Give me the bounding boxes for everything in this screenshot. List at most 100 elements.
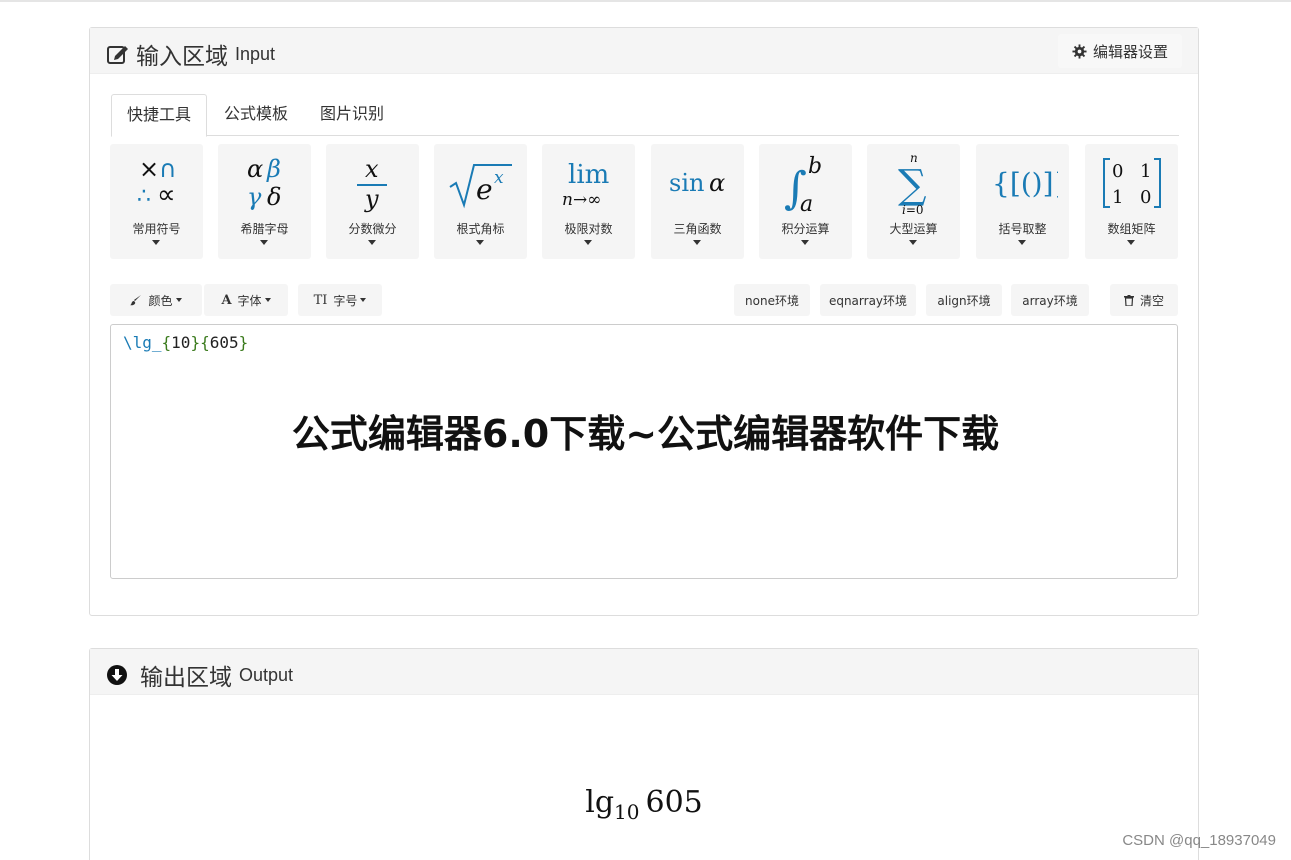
code-brace: {: [161, 333, 172, 352]
tool-matrix[interactable]: 0 1 1 0 数组矩阵: [1085, 144, 1178, 259]
arrow-circle-down-icon: [107, 665, 127, 685]
input-panel: 输入区域 Input 编辑器设置 快捷工具 公式模板 图片识别 × ∩ ∴ ∝ …: [89, 27, 1199, 616]
rendered-formula: lg10 605: [90, 785, 1198, 824]
input-panel-header: 输入区域 Input 编辑器设置: [90, 28, 1198, 74]
trash-icon: [1123, 294, 1134, 306]
svg-text:n→∞: n→∞: [562, 190, 601, 210]
caret-down-icon: [693, 240, 701, 245]
brackets-icon: {[()]}: [976, 148, 1069, 218]
editor-settings-label: 编辑器设置: [1092, 42, 1168, 61]
font-size-label: 字号: [333, 293, 358, 308]
svg-text:∝: ∝: [157, 180, 176, 210]
svg-text:δ: δ: [267, 183, 281, 211]
array-env-button[interactable]: array环境: [1011, 284, 1089, 316]
font-size-button[interactable]: TI 字号: [298, 284, 382, 316]
font-button[interactable]: A 字体: [204, 284, 288, 316]
svg-text:α: α: [709, 169, 725, 197]
font-label: 字体: [237, 293, 262, 308]
edit-icon: [107, 46, 128, 64]
tool-label: 括号取整: [998, 222, 1047, 236]
tab-quick-tools[interactable]: 快捷工具: [111, 94, 208, 137]
tool-label: 分数微分: [348, 222, 397, 236]
tool-label: 三角函数: [673, 222, 722, 236]
svg-text:∑: ∑: [898, 162, 927, 208]
none-env-button[interactable]: none环境: [734, 284, 810, 316]
svg-text:1: 1: [1112, 187, 1123, 208]
tool-big-operators[interactable]: n ∑ i=0 大型运算: [867, 144, 960, 259]
eqnarray-env-label: eqnarray环境: [828, 293, 908, 308]
svg-text:x: x: [494, 168, 504, 188]
editor-settings-button[interactable]: 编辑器设置: [1057, 34, 1182, 68]
tool-trig[interactable]: sin α 三角函数: [651, 144, 744, 259]
svg-text:0: 0: [1140, 187, 1151, 208]
tool-label: 希腊字母: [240, 222, 289, 236]
watermark: CSDN @qq_18937049: [1122, 832, 1276, 849]
svg-text:γ: γ: [247, 183, 262, 211]
svg-text:lim: lim: [568, 160, 609, 190]
tool-common-symbols[interactable]: × ∩ ∴ ∝ 常用符号: [110, 144, 203, 259]
greek-letters-icon: α β γ δ: [218, 148, 311, 218]
tab-formula-templates[interactable]: 公式模板: [209, 94, 303, 136]
color-label: 颜色: [148, 293, 173, 308]
none-env-label: none环境: [745, 293, 799, 308]
output-panel-title: 输出区域 Output: [106, 658, 293, 692]
tool-brackets[interactable]: {[()]} 括号取整: [976, 144, 1069, 259]
input-title-en: Input: [235, 43, 276, 64]
tool-label: 数组矩阵: [1107, 222, 1156, 236]
caret-down-icon: [360, 298, 367, 302]
top-rule: [0, 0, 1291, 2]
svg-text:i=0: i=0: [902, 203, 924, 216]
svg-text:α: α: [247, 155, 263, 183]
output-title-zh: 输出区域: [140, 665, 232, 691]
tool-greek-letters[interactable]: α β γ δ 希腊字母: [218, 144, 311, 259]
svg-text:1: 1: [1140, 161, 1151, 182]
tool-grid: × ∩ ∴ ∝ 常用符号 α β γ δ 希腊字母 x y 分数微分 e x 根…: [110, 144, 1180, 260]
overlay-title: 公式编辑器6.0下载~公式编辑器软件下载: [291, 412, 1000, 456]
integral-icon: ∫ b a: [759, 148, 852, 218]
clear-label: 清空: [1139, 293, 1164, 308]
font-icon: A: [221, 292, 232, 308]
tool-limit[interactable]: lim n→∞ 极限对数: [542, 144, 635, 259]
latex-code: \lg_{10}{605}: [123, 333, 248, 352]
svg-text:∴: ∴: [137, 184, 151, 209]
output-title-en: Output: [239, 664, 294, 685]
input-panel-title: 输入区域 Input: [106, 37, 275, 71]
code-arg: 10: [171, 333, 191, 352]
sum-icon: n ∑ i=0: [867, 148, 960, 218]
formula-argument: 605: [645, 785, 703, 820]
tool-integral[interactable]: ∫ b a 积分运算: [759, 144, 852, 259]
formula-subscript: 10: [614, 800, 640, 824]
brush-icon: [130, 295, 142, 306]
tool-label: 极限对数: [564, 222, 613, 236]
align-env-label: align环境: [937, 293, 991, 308]
code-arg: 605: [209, 333, 239, 352]
svg-text:β: β: [266, 155, 281, 183]
eqnarray-env-button[interactable]: eqnarray环境: [820, 284, 916, 316]
svg-text:0: 0: [1112, 161, 1123, 182]
tool-label: 根式角标: [456, 222, 505, 236]
radical-icon: e x: [434, 148, 527, 218]
tool-tabs: 快捷工具 公式模板 图片识别: [111, 94, 1179, 137]
tool-label: 积分运算: [781, 222, 830, 236]
tab-image-recognition[interactable]: 图片识别: [305, 94, 399, 136]
input-title-zh: 输入区域: [136, 44, 228, 70]
svg-text:y: y: [364, 185, 379, 213]
tool-fraction[interactable]: x y 分数微分: [326, 144, 419, 259]
array-env-label: array环境: [1022, 293, 1078, 308]
output-panel-header: 输出区域 Output: [90, 649, 1198, 695]
caret-down-icon: [909, 240, 917, 245]
caret-down-icon: [476, 240, 484, 245]
tool-radical[interactable]: e x 根式角标: [434, 144, 527, 259]
align-env-button[interactable]: align环境: [926, 284, 1002, 316]
svg-text:{[()]}: {[()]}: [992, 167, 1058, 200]
caret-down-icon: [1127, 240, 1135, 245]
svg-text:∩: ∩: [159, 155, 177, 183]
clear-button[interactable]: 清空: [1110, 284, 1178, 316]
fraction-icon: x y: [326, 148, 419, 218]
limit-icon: lim n→∞: [542, 148, 635, 218]
text-size-icon: TI: [313, 292, 328, 308]
svg-text:sin: sin: [669, 169, 704, 197]
tool-label: 大型运算: [889, 222, 938, 236]
caret-down-icon: [584, 240, 592, 245]
color-button[interactable]: 颜色: [110, 284, 202, 316]
